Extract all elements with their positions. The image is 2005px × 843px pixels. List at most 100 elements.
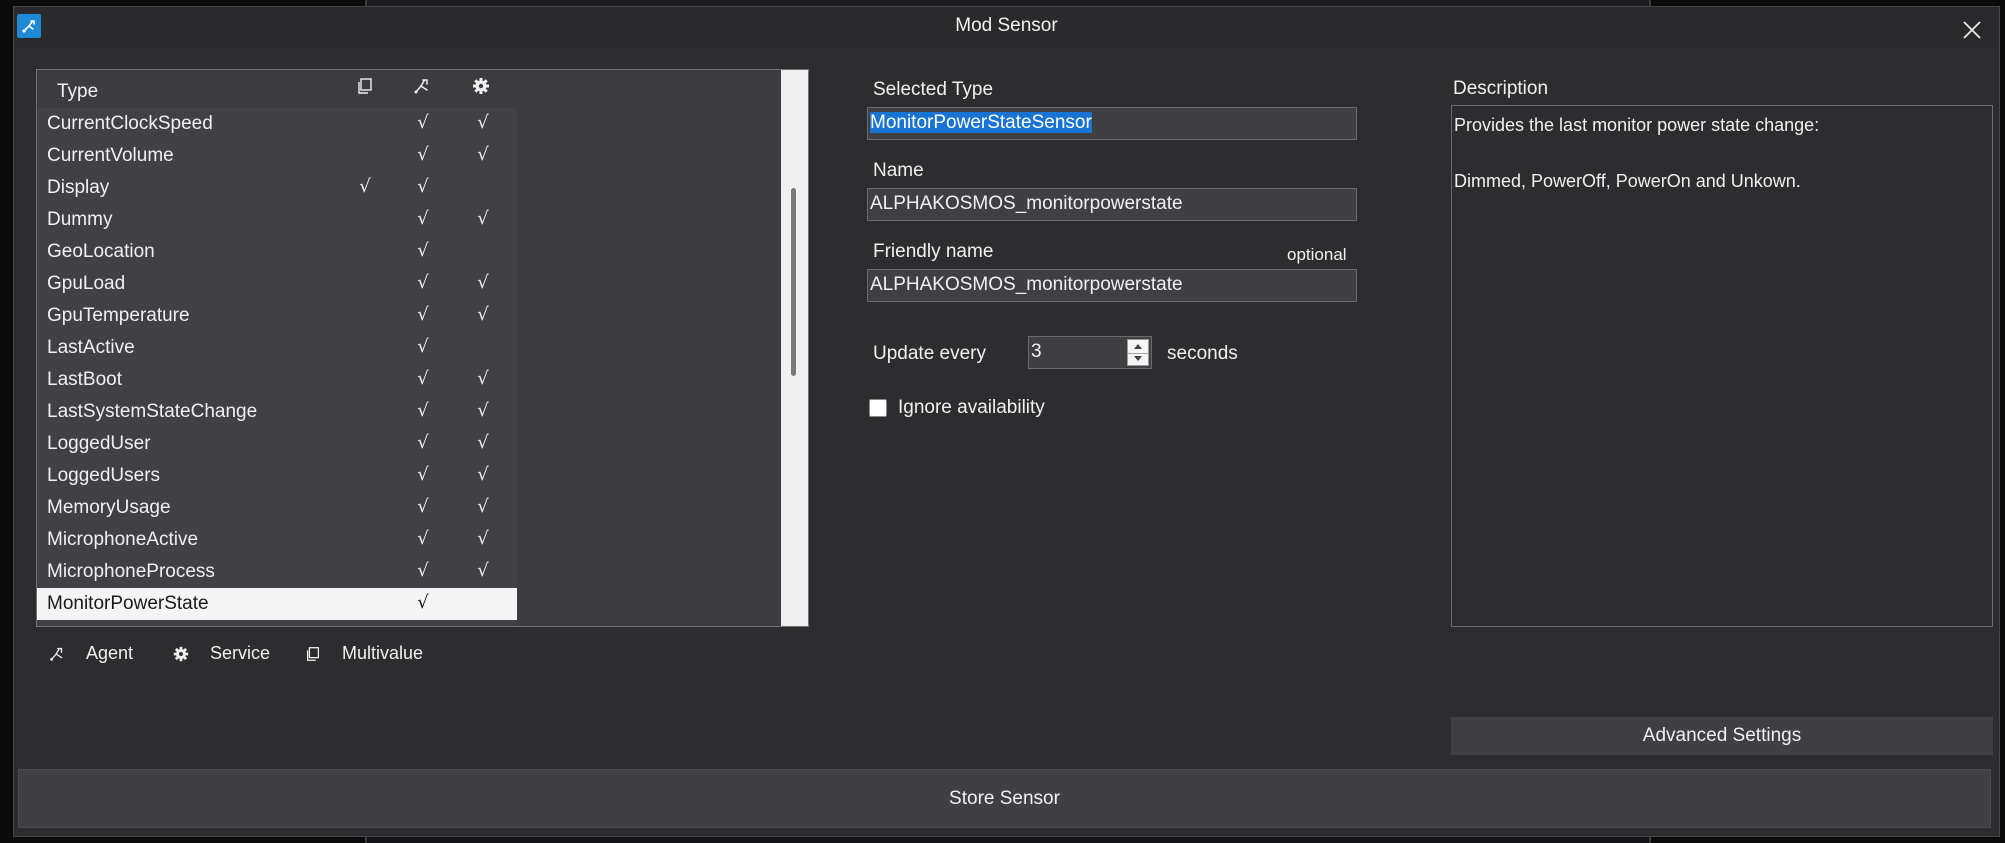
sensor-type-name: GeoLocation bbox=[47, 241, 155, 262]
stepper-up-button[interactable] bbox=[1128, 340, 1148, 354]
agent-support-mark: √ bbox=[417, 528, 429, 549]
multivalue-support-mark: √ bbox=[359, 176, 371, 197]
sensor-type-name: GpuTemperature bbox=[47, 305, 190, 326]
sensor-type-name: CurrentClockSpeed bbox=[47, 113, 213, 134]
list-item[interactable]: LastActive √ bbox=[37, 332, 517, 364]
agent-support-mark: √ bbox=[417, 336, 429, 357]
service-support-mark: √ bbox=[477, 144, 489, 165]
legend-agent-label: Agent bbox=[86, 643, 134, 663]
sensor-type-list[interactable]: Type CurrentClockSpeed √ √ CurrentVolume… bbox=[36, 69, 809, 627]
update-every-label: Update every bbox=[873, 343, 987, 364]
service-support-mark: √ bbox=[477, 112, 489, 133]
column-header-type[interactable]: Type bbox=[57, 81, 98, 103]
sensor-type-name: LastActive bbox=[47, 337, 135, 358]
agent-support-mark: √ bbox=[417, 368, 429, 389]
close-button[interactable] bbox=[1957, 15, 1987, 45]
list-item[interactable]: CurrentVolume √ √ bbox=[37, 140, 517, 172]
scrollbar-thumb[interactable] bbox=[791, 188, 796, 376]
list-header: Type bbox=[37, 70, 787, 108]
sensor-type-name: LoggedUsers bbox=[47, 465, 161, 486]
sensor-type-name: LastSystemStateChange bbox=[47, 401, 258, 422]
friendly-name-label: Friendly name bbox=[873, 241, 994, 262]
sensor-type-name: MemoryUsage bbox=[47, 497, 171, 518]
agent-support-mark: √ bbox=[417, 496, 429, 517]
sensor-type-name: CurrentVolume bbox=[47, 145, 174, 166]
list-item[interactable]: GpuTemperature √ √ bbox=[37, 300, 517, 332]
agent-support-mark: √ bbox=[417, 400, 429, 421]
multivalue-icon bbox=[355, 76, 377, 98]
agent-support-mark: √ bbox=[417, 304, 429, 325]
legend-service-label: Service bbox=[210, 643, 271, 663]
sensor-type-name: MicrophoneProcess bbox=[47, 561, 215, 582]
service-support-mark: √ bbox=[477, 496, 489, 517]
list-item[interactable]: GpuLoad √ √ bbox=[37, 268, 517, 300]
update-interval-stepper[interactable]: 3 bbox=[1028, 336, 1152, 369]
list-item[interactable]: MemoryUsage √ √ bbox=[37, 492, 517, 524]
service-support-mark: √ bbox=[477, 272, 489, 293]
service-support-mark: √ bbox=[477, 368, 489, 389]
service-support-mark: √ bbox=[477, 560, 489, 581]
selected-type-value: MonitorPowerStateSensor bbox=[870, 112, 1092, 133]
service-support-mark: √ bbox=[477, 304, 489, 325]
list-item[interactable]: MicrophoneActive √ √ bbox=[37, 524, 517, 556]
selected-type-label: Selected Type bbox=[873, 79, 994, 100]
gear-icon bbox=[173, 646, 189, 661]
list-item[interactable]: Display √ √ bbox=[37, 172, 517, 204]
list-item[interactable]: MonitorPowerState √ bbox=[37, 588, 517, 620]
store-sensor-button[interactable]: Store Sensor bbox=[18, 769, 1991, 828]
close-icon bbox=[1963, 21, 1981, 39]
agent-support-mark: √ bbox=[417, 272, 429, 293]
chevron-up-icon bbox=[1134, 343, 1142, 349]
window-title: Mod Sensor bbox=[955, 15, 1058, 36]
list-item[interactable]: LoggedUser √ √ bbox=[37, 428, 517, 460]
multivalue-icon bbox=[306, 646, 320, 661]
list-rows: CurrentClockSpeed √ √ CurrentVolume √ √ Displa… bbox=[37, 108, 787, 620]
list-item[interactable]: CurrentClockSpeed √ √ bbox=[37, 108, 517, 140]
ignore-availability-checkbox[interactable] bbox=[869, 399, 887, 417]
legend-agent: Agent bbox=[48, 643, 133, 664]
agent-support-mark: √ bbox=[417, 592, 429, 613]
sensor-type-name: LastBoot bbox=[47, 369, 122, 390]
sensor-type-name: LoggedUser bbox=[47, 433, 151, 454]
sensor-type-name: GpuLoad bbox=[47, 273, 126, 294]
name-label: Name bbox=[873, 160, 924, 181]
friendly-name-field[interactable]: ALPHAKOSMOS_monitorpowerstate bbox=[867, 269, 1357, 302]
service-support-mark: √ bbox=[477, 464, 489, 485]
list-item[interactable]: LoggedUsers √ √ bbox=[37, 460, 517, 492]
list-item[interactable]: LastBoot √ √ bbox=[37, 364, 517, 396]
list-item[interactable]: LastSystemStateChange √ √ bbox=[37, 396, 517, 428]
stepper-down-button[interactable] bbox=[1128, 353, 1148, 366]
title-bar: Mod Sensor bbox=[14, 7, 1999, 47]
mod-sensor-dialog: Mod Sensor Type CurrentClockSpeed √ √ Cu… bbox=[13, 6, 2000, 837]
sensor-type-name: MonitorPowerState bbox=[47, 593, 209, 614]
sensor-type-name: Dummy bbox=[47, 209, 113, 230]
name-field[interactable]: ALPHAKOSMOS_monitorpowerstate bbox=[867, 188, 1357, 221]
agent-support-mark: √ bbox=[417, 208, 429, 229]
legend-service: Service bbox=[172, 643, 270, 664]
update-unit-label: seconds bbox=[1167, 343, 1238, 364]
list-item[interactable]: Dummy √ √ bbox=[37, 204, 517, 236]
agent-icon bbox=[50, 647, 63, 661]
list-item[interactable]: GeoLocation √ bbox=[37, 236, 517, 268]
update-interval-value[interactable]: 3 bbox=[1031, 341, 1042, 363]
ignore-availability-label[interactable]: Ignore availability bbox=[898, 397, 1045, 419]
description-line-2: Dimmed, PowerOff, PowerOn and Unkown. bbox=[1454, 171, 1801, 191]
chevron-down-icon bbox=[1134, 356, 1142, 362]
service-support-mark: √ bbox=[477, 400, 489, 421]
selected-type-field[interactable]: MonitorPowerStateSensor bbox=[867, 107, 1357, 140]
service-support-mark: √ bbox=[477, 528, 489, 549]
agent-support-mark: √ bbox=[417, 144, 429, 165]
list-item[interactable]: MicrophoneProcess √ √ bbox=[37, 556, 517, 588]
agent-support-mark: √ bbox=[417, 432, 429, 453]
description-box: Provides the last monitor power state ch… bbox=[1451, 105, 1993, 627]
agent-support-mark: √ bbox=[417, 176, 429, 197]
agent-support-mark: √ bbox=[417, 112, 429, 133]
service-support-mark: √ bbox=[477, 208, 489, 229]
list-scrollbar[interactable] bbox=[781, 70, 808, 626]
friendly-name-optional-hint: optional bbox=[1287, 245, 1347, 264]
agent-support-mark: √ bbox=[417, 240, 429, 261]
advanced-settings-button[interactable]: Advanced Settings bbox=[1451, 717, 1993, 755]
sensor-type-name: MicrophoneActive bbox=[47, 529, 199, 550]
sensor-type-name: Display bbox=[47, 177, 110, 198]
legend-multivalue-label: Multivalue bbox=[342, 643, 424, 663]
